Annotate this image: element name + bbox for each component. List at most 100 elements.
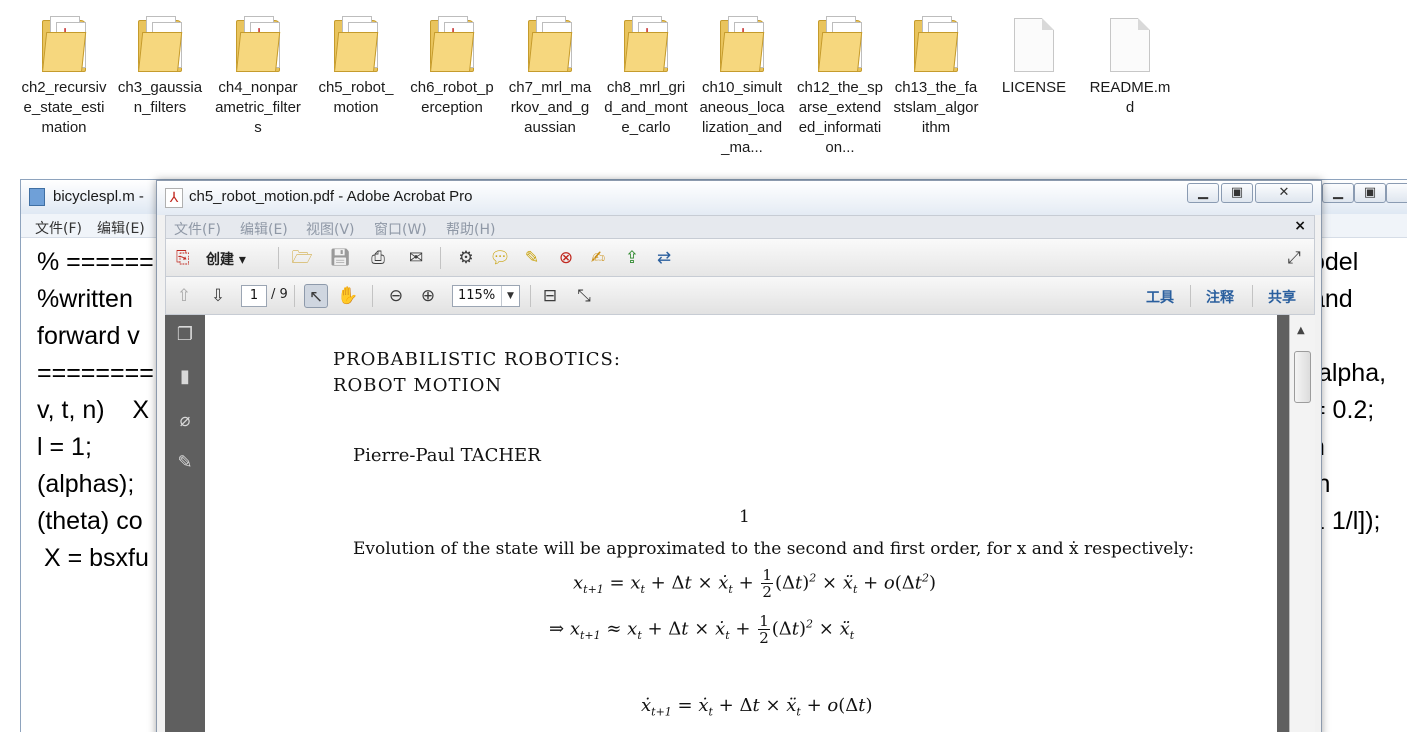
folder-item[interactable]: ch13_the_fastslam_algorithm: [888, 12, 984, 138]
editor-code-right[interactable]: odel and alpha, = 0.2; nin 1 1/l]);: [1311, 244, 1386, 577]
share-icon[interactable]: ⇄: [652, 246, 676, 270]
save-icon[interactable]: 💾︎: [328, 246, 352, 270]
signatures-icon[interactable]: ✎: [173, 451, 197, 475]
acrobat-menubar: 文件(F) 编辑(E) 视图(V) 窗口(W) 帮助(H) ×: [165, 215, 1315, 239]
navigation-panel: ❐ ▮ ⌀ ✎: [165, 315, 205, 732]
open-folder-icon[interactable]: 🗁: [290, 246, 314, 270]
file-item[interactable]: README.md: [1082, 12, 1178, 118]
code-line-right: [1311, 318, 1386, 355]
editor-maximize-button[interactable]: ▣: [1354, 183, 1386, 203]
minimize-button[interactable]: ▁: [1187, 183, 1219, 203]
menu-window[interactable]: 窗口(W): [374, 219, 427, 239]
desktop-file-view: ⅄ch2_recursive_state_estimationch3_gauss…: [0, 0, 1407, 180]
folder-item[interactable]: ch3_gaussian_filters: [112, 12, 208, 118]
code-line: %written: [37, 285, 133, 313]
print-icon[interactable]: ⎙: [366, 246, 390, 270]
matlab-file-icon: [29, 188, 45, 206]
folder-item[interactable]: ⅄ch10_simultaneous_localization_and_ma..…: [694, 12, 790, 158]
folder-item[interactable]: ch5_robot_motion: [308, 12, 404, 118]
chevron-down-icon[interactable]: ▼: [501, 286, 519, 306]
fit-page-icon[interactable]: ⊟: [538, 284, 562, 308]
code-line: l = 1;: [37, 433, 92, 461]
page-total: / 9: [271, 287, 288, 302]
vertical-scrollbar[interactable]: ▲: [1289, 315, 1315, 732]
share-link[interactable]: 共享: [1268, 287, 1296, 307]
code-line-right: alpha,: [1311, 359, 1387, 387]
folder-icon: [130, 12, 190, 74]
comment-link[interactable]: 注释: [1206, 287, 1234, 307]
menu-edit[interactable]: 编辑(E): [240, 219, 288, 239]
maximize-button[interactable]: ▣: [1221, 183, 1253, 203]
equation-3: ẋt+1 = ẋt + Δt × ẍt + o(Δt): [641, 695, 873, 719]
hand-tool-icon[interactable]: ✋: [336, 284, 360, 308]
menu-view[interactable]: 视图(V): [306, 219, 355, 239]
code-line: (theta) co: [37, 507, 143, 535]
email-icon[interactable]: ✉: [404, 246, 428, 270]
scroll-up-icon[interactable]: ▲: [1297, 325, 1305, 336]
next-page-icon[interactable]: ⇩: [206, 284, 230, 308]
item-label: ch2_recursive_state_estimation: [21, 79, 107, 136]
settings-gear-icon[interactable]: ⚙: [454, 246, 478, 270]
menu-help[interactable]: 帮助(H): [446, 219, 495, 239]
code-line: v, t, n) X: [37, 396, 150, 424]
folder-item[interactable]: ⅄ch4_nonparametric_filters: [210, 12, 306, 138]
page-number-input[interactable]: 1: [241, 285, 267, 307]
acrobat-title: ch5_robot_motion.pdf - Adobe Acrobat Pro: [189, 188, 473, 205]
item-label: ch3_gaussian_filters: [117, 79, 203, 116]
file-item[interactable]: LICENSE: [986, 12, 1082, 98]
code-line: ========: [37, 359, 154, 387]
document-title-line1: PROBABILISTIC ROBOTICS:: [333, 349, 621, 370]
item-label: ch7_mrl_markov_and_gaussian: [508, 79, 592, 136]
editor-menu-edit[interactable]: 编辑(E): [97, 218, 145, 238]
fullscreen-icon[interactable]: ⤢: [1282, 246, 1306, 270]
create-label: 创建 ▾: [206, 252, 246, 268]
folder-item[interactable]: ch12_the_sparse_extended_information...: [792, 12, 888, 158]
code-line-right: odel: [1311, 248, 1359, 276]
page-thumbnails-icon[interactable]: ❐: [173, 323, 197, 347]
acrobat-window[interactable]: ⅄ ch5_robot_motion.pdf - Adobe Acrobat P…: [156, 180, 1322, 732]
document-title-line2: ROBOT MOTION: [333, 375, 503, 396]
item-label: ch10_simultaneous_localization_and_ma...: [699, 79, 785, 156]
pdf-page[interactable]: PROBABILISTIC ROBOTICS: ROBOT MOTION Pie…: [205, 315, 1289, 732]
zoom-value: 115%: [458, 288, 496, 303]
code-line: X = bsxfu: [37, 544, 149, 572]
zoom-select[interactable]: 115% ▼: [452, 285, 520, 307]
acrobat-titlebar[interactable]: ⅄ ch5_robot_motion.pdf - Adobe Acrobat P…: [157, 181, 1321, 215]
editor-code-left[interactable]: % ====== %written forward v ======== v, t, n…: [37, 244, 154, 577]
bookmarks-icon[interactable]: ▮: [173, 365, 197, 389]
attachments-icon[interactable]: ⌀: [173, 409, 197, 433]
highlight-icon[interactable]: ✎: [520, 246, 544, 270]
item-label: ch6_robot_perception: [410, 79, 494, 116]
fit-width-icon[interactable]: ⤡: [572, 284, 596, 308]
folder-item[interactable]: ⅄ch8_mrl_grid_and_monte_carlo: [598, 12, 694, 138]
scrollbar-thumb[interactable]: [1294, 351, 1311, 403]
folder-icon: ⅄: [422, 12, 482, 74]
zoom-out-icon[interactable]: ⊖: [384, 284, 408, 308]
close-document-icon[interactable]: ×: [1294, 218, 1306, 234]
page-edge-shadow: [1277, 315, 1289, 732]
zoom-in-icon[interactable]: ⊕: [416, 284, 440, 308]
code-line: (alphas);: [37, 470, 135, 498]
main-toolbar: ⎘ 创建 ▾ 🗁 💾︎ ⎙ ✉ ⚙ 💬︎ ✎ ⊗ ✍ ⇪ ⇄ ⤢: [165, 239, 1315, 277]
folder-icon: [810, 12, 870, 74]
folder-item[interactable]: ⅄ch2_recursive_state_estimation: [16, 12, 112, 138]
export-icon[interactable]: ⇪: [620, 246, 644, 270]
redact-icon[interactable]: ⊗: [554, 246, 578, 270]
editor-menu-file[interactable]: 文件(F): [35, 218, 82, 238]
item-label: LICENSE: [1001, 79, 1067, 96]
select-tool-icon[interactable]: ↖: [304, 284, 328, 308]
close-button[interactable]: ✕: [1255, 183, 1313, 203]
toolbar-separator: [530, 285, 531, 307]
folder-item[interactable]: ch7_mrl_markov_and_gaussian: [502, 12, 598, 138]
folder-item[interactable]: ⅄ ch6_robot_perception: [404, 12, 500, 118]
editor-minimize-button[interactable]: ▁: [1322, 183, 1354, 203]
previous-page-icon[interactable]: ⇧: [172, 284, 196, 308]
editor-close-button[interactable]: [1386, 183, 1407, 203]
code-line: forward v: [37, 322, 140, 350]
item-label: ch13_the_fastslam_algorithm: [893, 79, 979, 136]
menu-file[interactable]: 文件(F): [174, 219, 221, 239]
editor-title: bicyclespl.m -: [53, 188, 144, 205]
comment-icon[interactable]: 💬︎: [488, 246, 512, 270]
sign-icon[interactable]: ✍: [586, 246, 610, 270]
tools-link[interactable]: 工具: [1146, 287, 1174, 307]
